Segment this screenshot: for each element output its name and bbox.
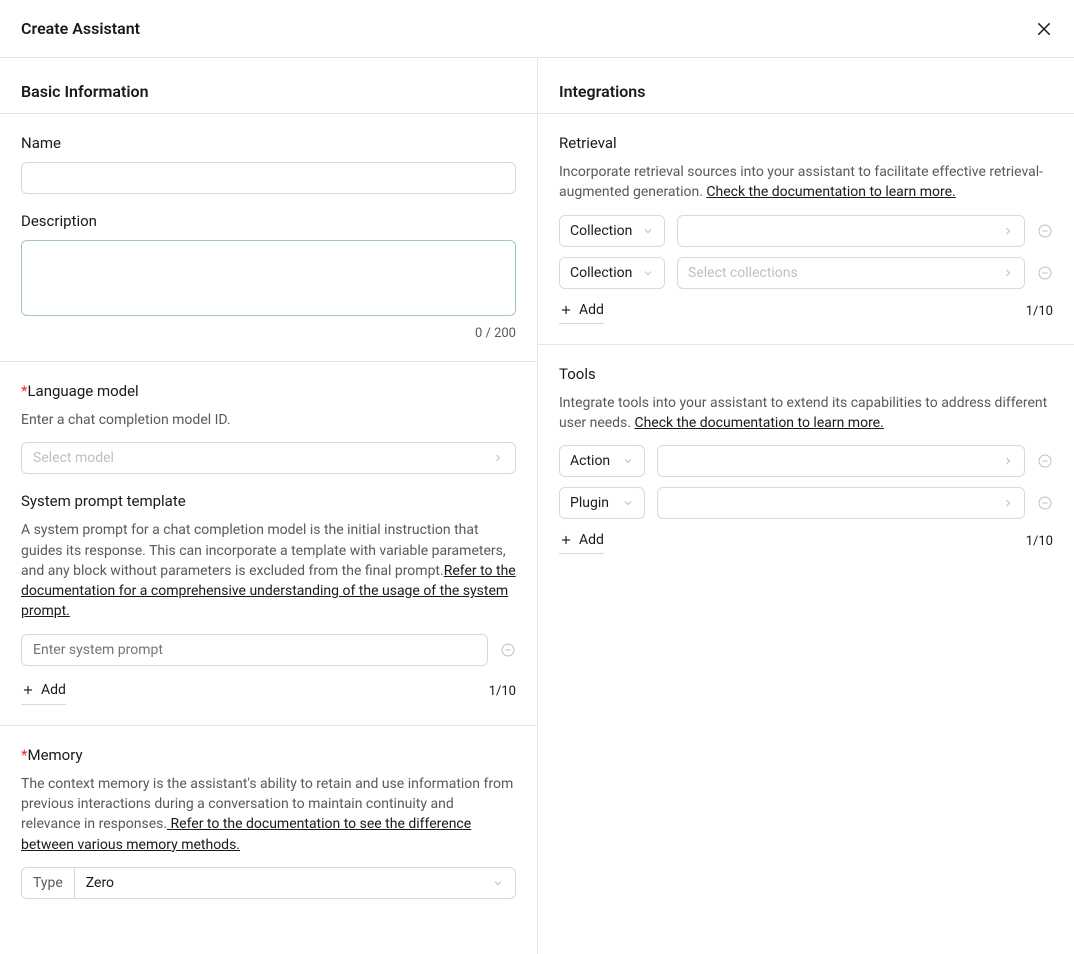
modal-header: Create Assistant [0,0,1074,58]
retrieval-title: Retrieval [559,134,1053,152]
chevron-right-icon [1002,225,1014,237]
plus-icon [559,533,573,547]
system-prompt-desc: A system prompt for a chat completion mo… [21,520,516,621]
tools-desc: Integrate tools into your assistant to e… [559,393,1053,434]
tools-row-2: Plugin [559,487,1053,519]
modal-title: Create Assistant [21,19,140,38]
memory-type-select[interactable]: Zero [74,867,516,899]
memory-type-row: Type Zero [21,867,516,899]
retrieval-value-select-1[interactable] [677,215,1025,247]
retrieval-doc-link[interactable]: Check the documentation to learn more. [706,184,955,200]
system-prompt-add-row: Add 1/10 [21,678,516,705]
tools-add-row: Add 1/10 [559,529,1053,554]
system-prompt-field: System prompt template A system prompt f… [21,492,516,704]
retrieval-type-select-1[interactable]: Collection [559,215,665,247]
retrieval-add-row: Add 1/10 [559,299,1053,324]
tools-title: Tools [559,365,1053,383]
language-model-select[interactable]: Select model [21,442,516,474]
close-button[interactable] [1035,20,1053,38]
description-field: Description 0 / 200 [21,212,516,341]
tools-remove-2[interactable] [1037,495,1053,511]
minus-circle-icon [1037,453,1053,469]
tools-row-1: Action [559,445,1053,477]
retrieval-add-button[interactable]: Add [559,299,604,324]
tools-section: Tools Integrate tools into your assistan… [538,345,1074,575]
memory-type-label: Type [21,867,74,899]
language-model-field: *Language model Enter a chat completion … [21,382,516,474]
tools-type-select-1[interactable]: Action [559,445,645,477]
chevron-down-icon [492,877,504,889]
tools-value-select-2[interactable] [657,487,1025,519]
tools-add-button[interactable]: Add [559,529,604,554]
description-char-count: 0 / 200 [21,326,516,341]
retrieval-desc: Incorporate retrieval sources into your … [559,162,1053,203]
tools-type-select-2[interactable]: Plugin [559,487,645,519]
chevron-right-icon [1002,455,1014,467]
add-prompt-button[interactable]: Add [21,678,66,705]
language-model-desc: Enter a chat completion model ID. [21,410,516,430]
chevron-down-icon [642,267,654,279]
name-input[interactable] [21,162,516,194]
minus-circle-icon [1037,265,1053,281]
tools-value-select-1[interactable] [657,445,1025,477]
retrieval-remove-1[interactable] [1037,223,1053,239]
name-desc-section: Name Description 0 / 200 [0,114,537,362]
chevron-down-icon [622,497,634,509]
chevron-right-icon [1002,497,1014,509]
plus-icon [21,683,35,697]
retrieval-type-select-2[interactable]: Collection [559,257,665,289]
chevron-right-icon [492,452,504,464]
language-model-label: *Language model [21,382,516,400]
model-prompt-section: *Language model Enter a chat completion … [0,362,537,726]
integrations-header: Integrations [538,58,1074,114]
tools-counter: 1/10 [1026,534,1053,549]
language-model-placeholder: Select model [33,450,114,466]
system-prompt-counter: 1/10 [489,684,516,699]
close-icon [1035,20,1053,38]
basic-info-header: Basic Information [0,58,537,114]
retrieval-row-2: Collection Select collections [559,257,1053,289]
basic-info-title: Basic Information [21,82,516,101]
retrieval-section: Retrieval Incorporate retrieval sources … [538,114,1074,345]
retrieval-value-select-2[interactable]: Select collections [677,257,1025,289]
right-column: Integrations Retrieval Incorporate retri… [538,58,1074,954]
integrations-title: Integrations [559,82,1053,101]
memory-section: *Memory The context memory is the assist… [0,726,537,919]
retrieval-counter: 1/10 [1026,304,1053,319]
minus-circle-icon [1037,495,1053,511]
chevron-down-icon [622,455,634,467]
system-prompt-input[interactable] [21,634,488,666]
description-textarea[interactable] [21,240,516,316]
memory-desc: The context memory is the assistant's ab… [21,774,516,855]
memory-type-value: Zero [86,875,114,891]
chevron-right-icon [1002,267,1014,279]
minus-circle-icon [500,642,516,658]
remove-prompt-button[interactable] [500,642,516,658]
plus-icon [559,303,573,317]
system-prompt-label: System prompt template [21,492,516,510]
system-prompt-row [21,634,516,666]
memory-field: *Memory The context memory is the assist… [21,746,516,899]
chevron-down-icon [642,225,654,237]
retrieval-remove-2[interactable] [1037,265,1053,281]
name-field: Name [21,134,516,194]
tools-remove-1[interactable] [1037,453,1053,469]
minus-circle-icon [1037,223,1053,239]
retrieval-row-1: Collection [559,215,1053,247]
tools-doc-link[interactable]: Check the documentation to learn more. [634,415,883,431]
name-label: Name [21,134,516,152]
description-label: Description [21,212,516,230]
content: Basic Information Name Description 0 / 2… [0,58,1074,954]
memory-label: *Memory [21,746,516,764]
left-column: Basic Information Name Description 0 / 2… [0,58,538,954]
